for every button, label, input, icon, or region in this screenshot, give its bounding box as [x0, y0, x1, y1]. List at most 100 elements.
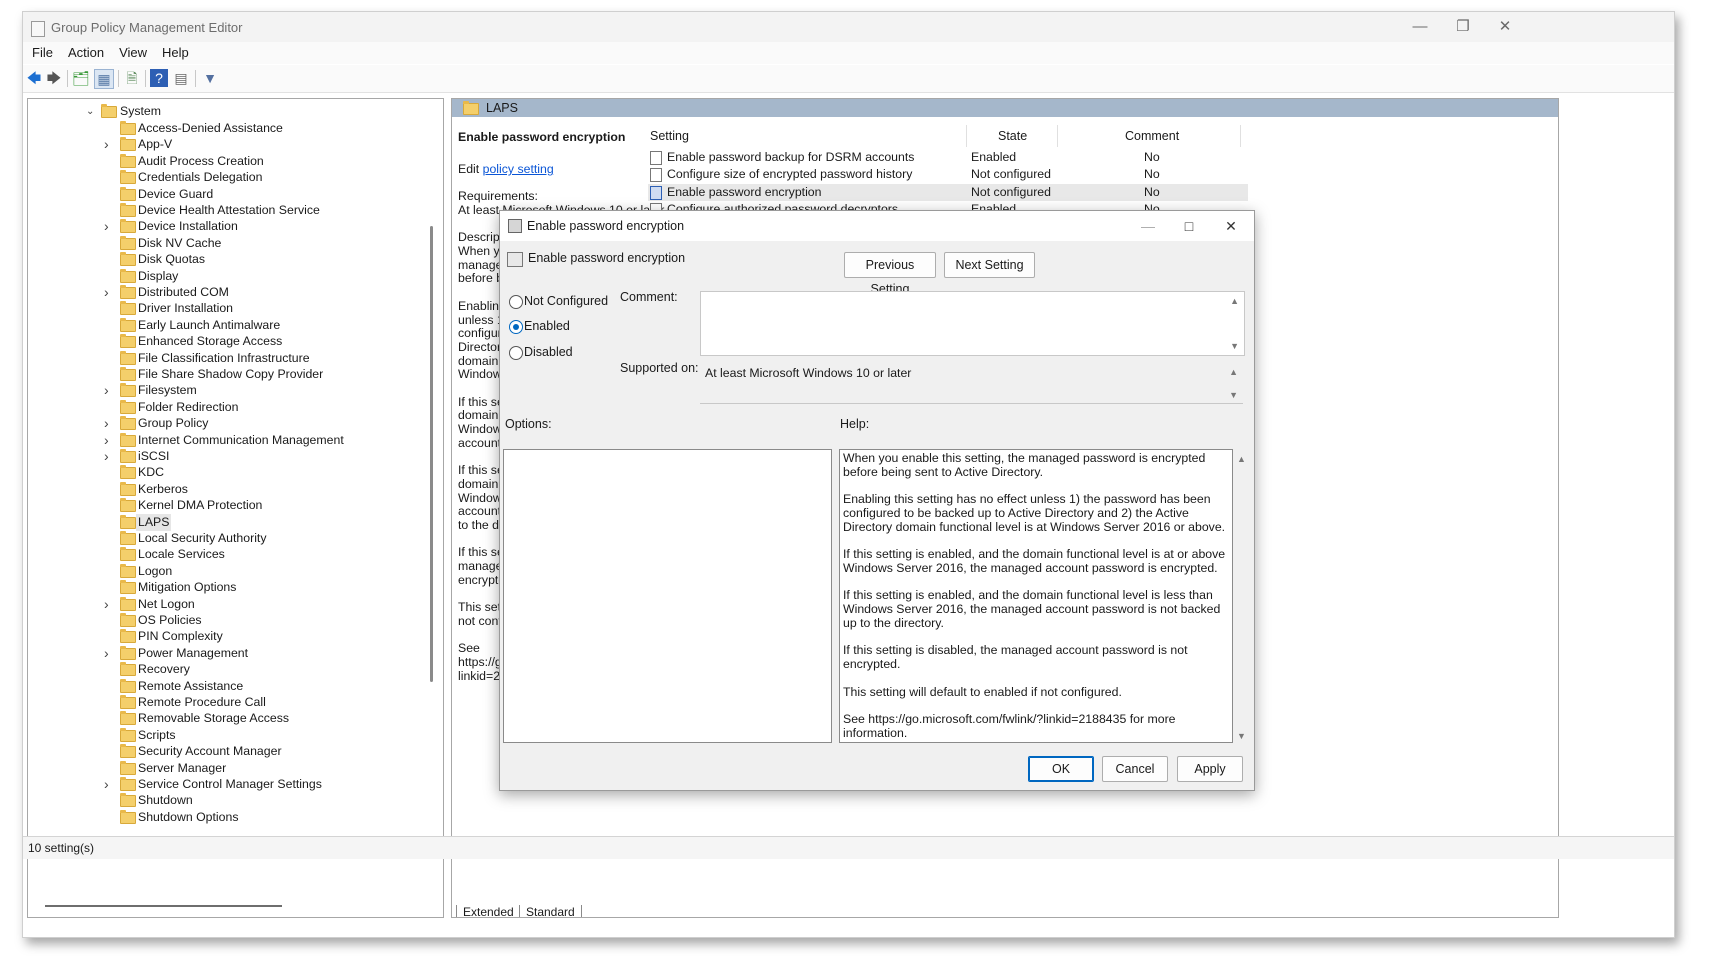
menu-help[interactable]: Help — [162, 42, 189, 64]
tree-item[interactable]: Mitigation Options — [104, 579, 424, 596]
tree-item[interactable]: Device Guard — [104, 186, 424, 203]
up-folder-icon[interactable]: 🗂 — [72, 69, 90, 87]
setting-row[interactable]: Configure size of encrypted password his… — [648, 166, 1248, 183]
tree-item[interactable]: Disk NV Cache — [104, 235, 424, 252]
tree-item[interactable]: Recovery — [104, 661, 424, 678]
tree-item[interactable]: Display — [104, 268, 424, 285]
tree-item[interactable]: › iSCSI — [104, 448, 424, 465]
minimize-icon[interactable]: — — [1400, 16, 1440, 38]
policy-setting-link[interactable]: policy setting — [483, 162, 554, 176]
chevron-right-icon[interactable]: › — [104, 136, 114, 153]
tree-item[interactable]: › Device Installation — [104, 218, 424, 235]
help-scroll-up-icon[interactable]: ▲ — [1237, 454, 1246, 464]
help-scroll-down-icon[interactable]: ▼ — [1237, 731, 1246, 741]
dialog-minimize-icon[interactable]: — — [1133, 216, 1163, 236]
tree-item[interactable]: File Classification Infrastructure — [104, 350, 424, 367]
chevron-right-icon[interactable]: › — [104, 382, 114, 399]
scroll-up-icon[interactable]: ▲ — [1230, 296, 1239, 306]
setting-row[interactable]: Enable password backup for DSRM accounts… — [648, 149, 1248, 166]
column-comment[interactable]: Comment — [1125, 129, 1179, 143]
menu-action[interactable]: Action — [68, 42, 104, 64]
tab-standard[interactable]: Standard — [519, 905, 582, 917]
radio-disabled[interactable] — [509, 346, 523, 360]
chevron-right-icon[interactable]: › — [104, 448, 114, 465]
column-state[interactable]: State — [998, 129, 1027, 143]
chevron-right-icon[interactable]: › — [104, 284, 114, 301]
tree-item[interactable]: › Internet Communication Management — [104, 432, 424, 449]
tree-item[interactable]: File Share Shadow Copy Provider — [104, 366, 424, 383]
apply-button[interactable]: Apply — [1177, 756, 1243, 782]
tree-item[interactable]: › App-V — [104, 136, 424, 153]
back-icon[interactable]: 🡄 — [25, 69, 43, 87]
menu-file[interactable]: File — [32, 42, 53, 64]
ok-button[interactable]: OK — [1028, 756, 1094, 782]
tree-item[interactable]: Remote Procedure Call — [104, 694, 424, 711]
tree-item[interactable]: LAPS — [104, 513, 424, 531]
tree-item[interactable]: › Power Management — [104, 645, 424, 662]
setting-row[interactable]: Enable password encryption Not configured… — [648, 183, 1248, 201]
radio-enabled[interactable] — [509, 320, 523, 334]
chevron-right-icon[interactable]: › — [104, 415, 114, 432]
help-icon[interactable]: ? — [150, 69, 168, 87]
forward-icon[interactable]: 🡆 — [45, 69, 63, 87]
radio-disabled-label[interactable]: Disabled — [524, 345, 573, 359]
tree-item[interactable]: Driver Installation — [104, 300, 424, 317]
tree-item[interactable]: › Filesystem — [104, 382, 424, 399]
tree-item[interactable]: Credentials Delegation — [104, 169, 424, 186]
dialog-close-icon[interactable]: ✕ — [1216, 216, 1246, 236]
tree-item-system[interactable]: ⌄ System — [86, 103, 426, 120]
tree-item[interactable]: OS Policies — [104, 612, 424, 629]
tree-item[interactable]: Local Security Authority — [104, 530, 424, 547]
chevron-down-icon[interactable]: ⌄ — [86, 103, 96, 120]
close-icon[interactable]: ✕ — [1485, 16, 1525, 38]
properties-icon[interactable]: ▤ — [172, 69, 190, 87]
scroll-up-icon[interactable]: ▲ — [1229, 367, 1238, 377]
tree-item[interactable]: Shutdown Options — [104, 809, 424, 826]
tree-item[interactable]: Device Health Attestation Service — [104, 202, 424, 219]
tree-scrollbar[interactable] — [430, 226, 433, 682]
radio-enabled-label[interactable]: Enabled — [524, 319, 570, 333]
tree-item[interactable]: Enhanced Storage Access — [104, 333, 424, 350]
next-setting-button[interactable]: Next Setting — [944, 252, 1035, 278]
tree-item[interactable]: Disk Quotas — [104, 251, 424, 268]
tree-item[interactable]: Kernel DMA Protection — [104, 497, 424, 514]
tree-item[interactable]: Security Account Manager — [104, 743, 424, 760]
restore-icon[interactable]: ❐ — [1443, 16, 1483, 38]
cancel-button[interactable]: Cancel — [1102, 756, 1168, 782]
tree-item[interactable]: Logon — [104, 563, 424, 580]
tree-item[interactable]: Scripts — [104, 727, 424, 744]
column-setting[interactable]: Setting — [650, 129, 689, 143]
tree-item[interactable]: Early Launch Antimalware — [104, 317, 424, 334]
previous-setting-button[interactable]: Previous Setting — [844, 252, 936, 296]
scroll-down-icon[interactable]: ▼ — [1229, 390, 1238, 400]
tree-item[interactable]: Server Manager — [104, 760, 424, 777]
tree-item[interactable]: Shutdown — [104, 792, 424, 809]
filter-icon[interactable]: ▼ — [201, 69, 219, 87]
chevron-right-icon[interactable]: › — [104, 596, 114, 613]
tree-item[interactable]: KDC — [104, 464, 424, 481]
tree-item[interactable]: › Net Logon — [104, 596, 424, 613]
tree-item[interactable]: Audit Process Creation — [104, 153, 424, 170]
tree-item[interactable]: Remote Assistance — [104, 678, 424, 695]
menu-view[interactable]: View — [119, 42, 147, 64]
tree-item[interactable]: Folder Redirection — [104, 399, 424, 416]
chevron-right-icon[interactable]: › — [104, 645, 114, 662]
chevron-right-icon[interactable]: › — [104, 218, 114, 235]
tree-item[interactable]: Access-Denied Assistance — [104, 120, 424, 137]
chevron-right-icon[interactable]: › — [104, 776, 114, 793]
tree-item[interactable]: Removable Storage Access — [104, 710, 424, 727]
tree-item[interactable]: PIN Complexity — [104, 628, 424, 645]
tree-item[interactable]: Kerberos — [104, 481, 424, 498]
export-list-icon[interactable]: 🗎 — [123, 69, 141, 87]
chevron-right-icon[interactable]: › — [104, 432, 114, 449]
tree-item[interactable]: › Distributed COM — [104, 284, 424, 301]
show-hide-tree-icon[interactable]: ▦ — [94, 69, 114, 89]
tree-item[interactable]: › Group Policy — [104, 415, 424, 432]
tree-item[interactable]: Locale Services — [104, 546, 424, 563]
tree-item[interactable]: › Service Control Manager Settings — [104, 776, 424, 793]
scroll-down-icon[interactable]: ▼ — [1230, 341, 1239, 351]
tab-extended[interactable]: Extended — [456, 905, 521, 917]
tree-horizontal-scrollbar[interactable] — [45, 905, 282, 907]
radio-not-configured[interactable] — [509, 295, 523, 309]
radio-not-configured-label[interactable]: Not Configured — [524, 294, 608, 308]
